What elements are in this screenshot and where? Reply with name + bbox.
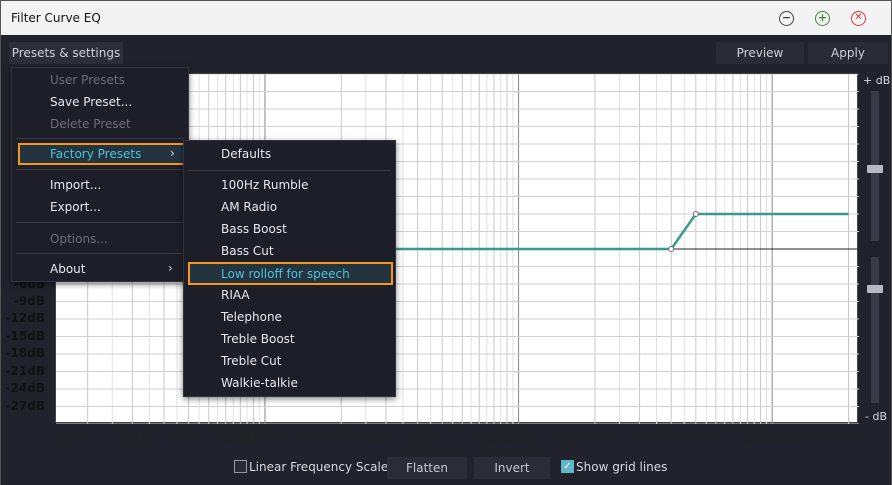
preset-walkie-talkie[interactable]: Walkie-talkie xyxy=(221,376,298,390)
menu-item-save-preset[interactable]: Save Preset... xyxy=(50,95,132,109)
menu-item-about[interactable]: About xyxy=(50,262,85,276)
close-icon[interactable]: ✕ xyxy=(851,11,866,26)
apply-button[interactable]: Apply xyxy=(808,42,888,64)
gain-slider-bottom-thumb[interactable] xyxy=(867,285,883,293)
freq-label: 6100Hz xyxy=(691,432,730,443)
menu-separator xyxy=(16,222,184,223)
db-label: -9dB xyxy=(13,294,45,308)
freq-label: 20Hz xyxy=(53,431,84,445)
preset-telephone[interactable]: Telephone xyxy=(221,310,282,324)
menu-item-delete-preset[interactable]: Delete Preset xyxy=(50,117,131,131)
freq-label: 1000Hz xyxy=(482,431,533,445)
preset-treble-boost[interactable]: Treble Boost xyxy=(221,332,295,346)
presets-settings-button[interactable]: Presets & settings xyxy=(9,42,123,64)
minimize-icon[interactable]: − xyxy=(779,11,794,26)
freq-label: 500Hz xyxy=(406,431,445,445)
db-label: -24dB xyxy=(5,381,45,395)
eq-control-point[interactable] xyxy=(668,246,675,252)
maximize-icon[interactable]: + xyxy=(815,11,830,26)
gain-slider-bottom[interactable] xyxy=(871,257,879,403)
freq-label: 60Hz xyxy=(165,431,196,445)
filter-curve-eq-window: Filter Curve EQ − + ✕ Presets & settings… xyxy=(0,0,892,485)
freq-label: 100Hz xyxy=(222,431,265,445)
preset-low-rolloff-for-speech[interactable]: Low rolloff for speech xyxy=(188,262,393,285)
db-label: -15dB xyxy=(5,329,45,343)
minus-db-label: - dB xyxy=(865,410,887,423)
db-label: -21dB xyxy=(5,364,45,378)
eq-control-point[interactable] xyxy=(692,211,699,217)
factory-presets-label: Factory Presets xyxy=(50,147,142,161)
preset-treble-cut[interactable]: Treble Cut xyxy=(221,354,281,368)
chevron-right-icon: › xyxy=(168,261,173,275)
linear-frequency-label[interactable]: Linear Frequency Scale xyxy=(249,460,388,474)
menu-separator xyxy=(16,253,184,254)
gain-slider-top-thumb[interactable] xyxy=(867,165,883,173)
db-label: -12dB xyxy=(5,311,45,325)
show-grid-label[interactable]: Show grid lines xyxy=(576,460,667,474)
chevron-right-icon: › xyxy=(170,146,175,160)
freq-label: 10000Hz xyxy=(742,431,801,445)
window-title: Filter Curve EQ xyxy=(11,11,101,25)
db-label: -18dB xyxy=(5,346,45,360)
freq-label: 2000Hz xyxy=(562,431,608,445)
menu-separator xyxy=(188,170,391,171)
low-rolloff-label: Low rolloff for speech xyxy=(221,267,350,281)
freq-label: 40Hz xyxy=(120,431,151,445)
menu-separator xyxy=(16,169,184,170)
factory-presets-submenu: Defaults 100Hz Rumble AM Radio Bass Boos… xyxy=(183,140,396,397)
menu-item-import[interactable]: Import... xyxy=(50,178,101,192)
freq-label: 200Hz xyxy=(300,431,339,445)
flatten-button[interactable]: Flatten xyxy=(387,457,467,479)
preset-bass-cut[interactable]: Bass Cut xyxy=(221,244,274,258)
freq-label: 4000Hz xyxy=(640,431,686,445)
freq-label: 20000Hz xyxy=(808,431,862,445)
preset-am-radio[interactable]: AM Radio xyxy=(221,200,277,214)
preset-100hz-rumble[interactable]: 100Hz Rumble xyxy=(221,178,308,192)
linear-frequency-checkbox[interactable] xyxy=(234,460,247,473)
freq-label: 140Hz xyxy=(263,432,295,443)
invert-button[interactable]: Invert xyxy=(474,457,550,479)
preview-button[interactable]: Preview xyxy=(716,42,804,64)
menu-item-export[interactable]: Export... xyxy=(50,200,101,214)
menu-item-options[interactable]: Options... xyxy=(50,232,108,246)
plus-db-label: + dB xyxy=(863,74,891,87)
menu-separator xyxy=(16,138,184,139)
preset-riaa[interactable]: RIAA xyxy=(221,288,250,302)
freq-label: 300Hz xyxy=(347,431,386,445)
menu-item-user-presets[interactable]: User Presets xyxy=(50,73,125,87)
show-grid-checkbox[interactable]: ✓ xyxy=(561,460,574,473)
menu-item-factory-presets[interactable]: Factory Presets › xyxy=(18,143,186,165)
preset-bass-boost[interactable]: Bass Boost xyxy=(221,222,287,236)
preset-defaults[interactable]: Defaults xyxy=(221,147,271,161)
presets-menu: User Presets Save Preset... Delete Prese… xyxy=(11,67,189,282)
db-label: -27dB xyxy=(5,399,45,413)
title-bar: Filter Curve EQ − + ✕ xyxy=(1,1,891,35)
